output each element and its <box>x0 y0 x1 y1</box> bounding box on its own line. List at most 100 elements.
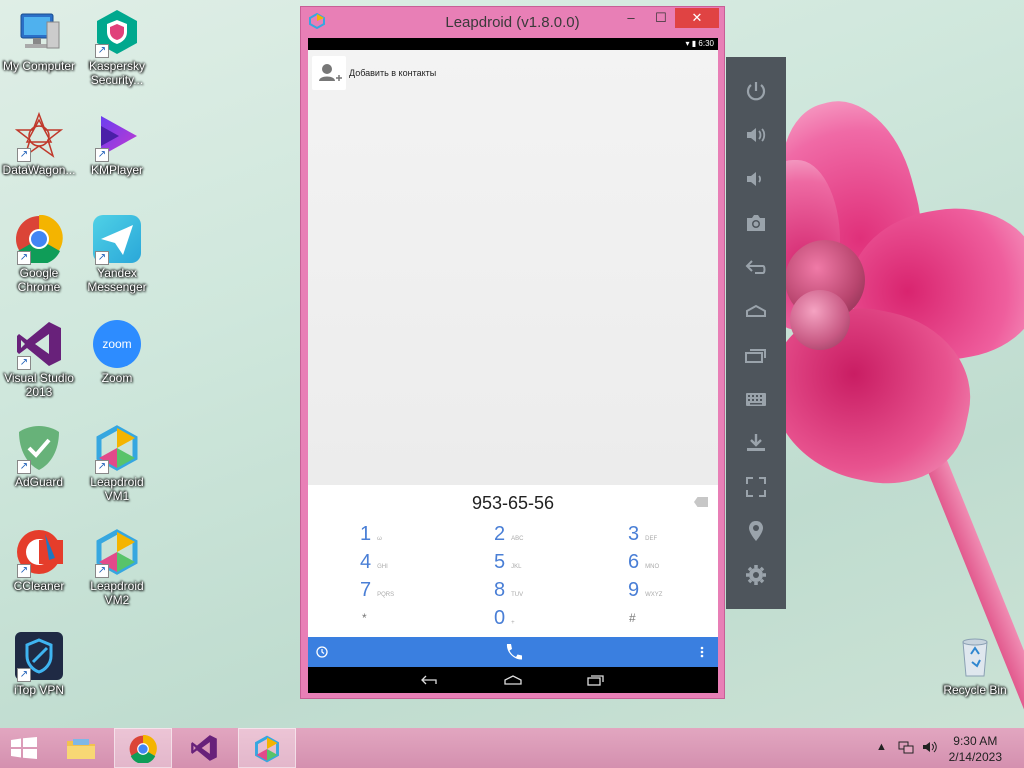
call-icon[interactable] <box>502 641 524 663</box>
taskbar-file-explorer[interactable] <box>52 728 110 768</box>
history-icon[interactable] <box>316 646 328 658</box>
desktop-icon-label: Kaspersky Security... <box>88 59 146 87</box>
window-titlebar[interactable]: Leapdroid (v1.8.0.0) – ☐ ✕ <box>301 7 724 37</box>
dialpad: 953-65-56 1ω 2 ABC 3 DEF 4 GHI 5 JKL 6 MNO 7P… <box>308 485 718 637</box>
location-icon[interactable] <box>744 519 768 543</box>
adguard-icon: ↗ <box>15 424 63 474</box>
nav-home-icon[interactable] <box>503 674 523 686</box>
dial-key-4[interactable]: 4 GHI <box>360 551 460 575</box>
dialed-number[interactable]: 953-65-56 <box>308 493 718 514</box>
windows-start-icon <box>11 737 37 759</box>
desktop-icon-label: Visual Studio 2013 <box>4 371 74 399</box>
desktop-icon-recycle-bin[interactable]: Recycle Bin <box>936 632 1014 697</box>
desktop-icon-label: Zoom <box>101 371 133 385</box>
desktop-icon-zoom[interactable]: zoom Zoom <box>78 320 156 385</box>
taskbar: ▲ 9:30 AM 2/14/2023 <box>0 728 1024 768</box>
volume-down-icon[interactable] <box>744 167 768 191</box>
minimize-button[interactable]: – <box>617 8 645 28</box>
volume-up-icon[interactable] <box>744 123 768 147</box>
leapdroid-icon: ↗ <box>93 528 141 578</box>
desktop-icon-label: CCleaner <box>13 579 65 593</box>
desktop-icon-label: Yandex Messenger <box>87 266 147 294</box>
recycle-bin-icon <box>951 632 999 680</box>
taskbar-visual-studio[interactable] <box>176 728 234 768</box>
nav-back-icon[interactable] <box>420 674 438 686</box>
taskbar-leapdroid[interactable] <box>238 728 296 768</box>
power-icon[interactable] <box>744 79 768 103</box>
desktop-icon-kmplayer[interactable]: ↗ KMPlayer <box>78 112 156 177</box>
desktop-icon-visual-studio[interactable]: ↗ Visual Studio 2013 <box>0 320 78 399</box>
leapdroid-window[interactable]: Leapdroid (v1.8.0.0) – ☐ ✕ ▾ ▮ 6:30 Доба… <box>300 6 725 699</box>
settings-icon[interactable] <box>744 563 768 587</box>
status-time: 6:30 <box>698 39 714 48</box>
back-icon[interactable] <box>744 255 768 279</box>
desktop-icon-leapdroid-vm1[interactable]: ↗ Leapdroid VM1 <box>78 424 156 503</box>
network-icon[interactable] <box>898 740 914 754</box>
maximize-button[interactable]: ☐ <box>647 8 675 28</box>
desktop-icon-label: AdGuard <box>14 475 64 489</box>
dial-key-star[interactable]: * <box>362 609 462 633</box>
leapdroid-icon: ↗ <box>93 424 141 474</box>
clock-time: 9:30 AM <box>953 734 998 748</box>
yandex-messenger-icon: ↗ <box>93 215 141 265</box>
desktop-icon-adguard[interactable]: ↗ AdGuard <box>0 424 78 489</box>
desktop-icon-itop-vpn[interactable]: ↗ iTop VPN <box>0 632 78 697</box>
desktop-icon-datawagon[interactable]: ↗ DataWagon... <box>0 111 78 177</box>
desktop-icon-label: iTop VPN <box>13 683 65 697</box>
computer-icon <box>15 8 63 56</box>
android-screen[interactable]: ▾ ▮ 6:30 Добавить в контакты 953-65-56 1… <box>308 38 718 693</box>
visual-studio-icon: ↗ <box>15 320 63 370</box>
show-hidden-icons[interactable]: ▲ <box>876 741 887 753</box>
volume-icon[interactable] <box>922 740 938 754</box>
desktop-icon-yandex-messenger[interactable]: ↗ Yandex Messenger <box>78 215 156 294</box>
add-contact-icon <box>312 56 346 90</box>
itop-vpn-icon: ↗ <box>15 632 63 682</box>
android-nav-bar <box>308 667 718 693</box>
desktop-icon-leapdroid-vm2[interactable]: ↗ Leapdroid VM2 <box>78 528 156 607</box>
dial-key-8[interactable]: 8 TUV <box>494 579 594 603</box>
dial-key-3[interactable]: 3 DEF <box>628 523 718 547</box>
desktop-icon-label: Google Chrome <box>17 266 61 294</box>
file-explorer-icon <box>67 739 95 759</box>
ccleaner-icon: ↗ <box>15 528 63 578</box>
desktop-icon-label: Leapdroid VM2 <box>90 579 144 607</box>
add-to-contacts-item[interactable]: Добавить в контакты <box>312 56 717 90</box>
system-clock[interactable]: 9:30 AM 2/14/2023 <box>949 733 1002 765</box>
dial-key-6[interactable]: 6 MNO <box>628 551 718 575</box>
datawagon-icon: ↗ <box>14 111 64 162</box>
desktop-icon-ccleaner[interactable]: ↗ CCleaner <box>0 528 78 593</box>
desktop-icon-kaspersky[interactable]: ↗ Kaspersky Security... <box>78 8 156 87</box>
desktop-icon-label: My Computer <box>2 59 76 73</box>
camera-icon[interactable] <box>744 211 768 235</box>
android-status-bar: ▾ ▮ 6:30 <box>308 38 718 50</box>
desktop-icon-label: Recycle Bin <box>943 683 1007 697</box>
dial-key-hash[interactable]: # <box>629 609 718 633</box>
desktop-icon-google-chrome[interactable]: ↗ Google Chrome <box>0 214 78 294</box>
desktop-icon-my-computer[interactable]: My Computer <box>0 8 78 73</box>
dial-key-2[interactable]: 2 ABC <box>494 523 594 547</box>
chrome-icon <box>129 735 157 763</box>
start-button[interactable] <box>0 728 58 768</box>
battery-icon: ▮ <box>691 39 697 48</box>
wifi-icon: ▾ <box>685 39 690 48</box>
desktop-icon-label: DataWagon... <box>2 163 76 177</box>
keyboard-icon[interactable] <box>744 387 768 411</box>
dial-key-0[interactable]: 0 + <box>494 607 594 631</box>
taskbar-google-chrome[interactable] <box>114 728 172 768</box>
nav-recents-icon[interactable] <box>586 674 604 686</box>
home-icon[interactable] <box>744 299 768 323</box>
install-apk-icon[interactable] <box>744 431 768 455</box>
clock-date: 2/14/2023 <box>948 750 1002 764</box>
recents-icon[interactable] <box>744 343 768 367</box>
visual-studio-icon <box>191 735 217 761</box>
fullscreen-icon[interactable] <box>744 475 768 499</box>
emulator-side-toolbar <box>726 57 786 609</box>
dial-key-5[interactable]: 5 JKL <box>494 551 594 575</box>
contacts-area: Добавить в контакты <box>308 50 718 485</box>
kaspersky-icon: ↗ <box>93 8 141 58</box>
close-button[interactable]: ✕ <box>675 8 719 28</box>
dial-key-1[interactable]: 1ω <box>360 523 460 547</box>
more-options-icon[interactable] <box>700 646 704 658</box>
dial-key-9[interactable]: 9 WXYZ <box>628 579 718 603</box>
dial-key-7[interactable]: 7 PQRS <box>360 579 460 603</box>
